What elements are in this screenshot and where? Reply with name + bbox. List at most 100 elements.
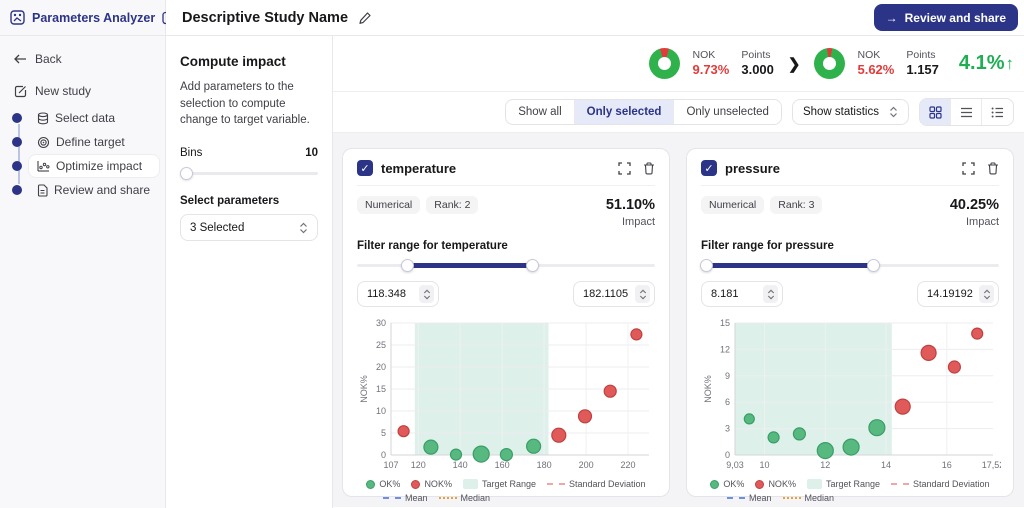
filter-range-slider[interactable] bbox=[357, 258, 655, 273]
svg-text:17,52: 17,52 bbox=[982, 460, 1001, 470]
new-study-icon bbox=[14, 85, 27, 98]
slider-active-range bbox=[707, 263, 874, 268]
nok-label: NOK bbox=[692, 49, 729, 62]
nok-value-before: 9.73% bbox=[692, 62, 729, 78]
svg-text:16: 16 bbox=[942, 460, 952, 470]
step-label: Select data bbox=[55, 111, 115, 125]
trash-icon[interactable] bbox=[643, 162, 655, 175]
svg-text:25: 25 bbox=[376, 340, 386, 350]
list-icon bbox=[960, 107, 973, 118]
view-toggle-group bbox=[919, 98, 1014, 126]
stepper-icon[interactable] bbox=[419, 285, 434, 303]
slider-handle-max[interactable] bbox=[526, 259, 539, 272]
filter-only-selected[interactable]: Only selected bbox=[575, 100, 675, 124]
page-title: Descriptive Study Name bbox=[182, 10, 348, 26]
compute-impact-panel: Compute impact Add parameters to the sel… bbox=[166, 36, 333, 508]
parameter-checkbox[interactable]: ✓ bbox=[357, 160, 373, 176]
select-parameters-dropdown[interactable]: 3 Selected bbox=[180, 214, 318, 241]
svg-text:10: 10 bbox=[376, 406, 386, 416]
impact-label: Impact bbox=[606, 215, 655, 229]
edit-pencil-icon[interactable] bbox=[358, 11, 372, 25]
filter-show-all[interactable]: Show all bbox=[506, 100, 574, 124]
step-dot bbox=[12, 137, 22, 147]
detailed-list-view-button[interactable] bbox=[982, 99, 1013, 125]
new-study-item[interactable]: New study bbox=[0, 66, 165, 98]
bins-slider[interactable] bbox=[180, 167, 318, 181]
range-min-input[interactable]: 118.348 bbox=[357, 281, 439, 307]
mean-swatch bbox=[383, 497, 401, 499]
points-label: Points bbox=[906, 49, 939, 62]
svg-text:0: 0 bbox=[725, 450, 730, 460]
svg-text:0: 0 bbox=[381, 450, 386, 460]
stepper-icon[interactable] bbox=[979, 285, 994, 303]
slider-track bbox=[180, 172, 318, 175]
type-badge: Numerical bbox=[701, 196, 764, 214]
impact-label: Impact bbox=[950, 215, 999, 229]
chevron-updown-icon bbox=[299, 222, 308, 234]
range-max-input[interactable]: 14.19192 bbox=[917, 281, 999, 307]
parameter-checkbox[interactable]: ✓ bbox=[701, 160, 717, 176]
stepper-icon[interactable] bbox=[635, 285, 650, 303]
nok-value-after: 5.62% bbox=[857, 62, 894, 78]
improvement-badge: 4.1% ↑ bbox=[959, 52, 1014, 75]
svg-text:5: 5 bbox=[381, 428, 386, 438]
database-icon bbox=[37, 112, 49, 125]
workflow-steps: Select data Define target bbox=[0, 106, 165, 202]
chevron-right-icon: ❯ bbox=[786, 55, 803, 73]
review-and-share-button[interactable]: → Review and share bbox=[874, 4, 1018, 31]
ok-swatch bbox=[366, 480, 375, 489]
svg-text:3: 3 bbox=[725, 424, 730, 434]
svg-text:30: 30 bbox=[376, 318, 386, 328]
bins-label: Bins bbox=[180, 147, 202, 159]
svg-text:15: 15 bbox=[376, 384, 386, 394]
svg-text:NOK%: NOK% bbox=[703, 375, 713, 403]
stats-summary: NOK 9.73% Points 3.000 ❯ NOK 5.62% Point… bbox=[333, 36, 1024, 92]
step-dot bbox=[12, 161, 22, 171]
document-icon bbox=[37, 184, 48, 197]
slider-handle-min[interactable] bbox=[700, 259, 713, 272]
stepper-icon[interactable] bbox=[763, 285, 778, 303]
parameter-card-pressure: ✓ pressure Numerical Rank: 3 bbox=[686, 148, 1014, 497]
target-range-swatch bbox=[463, 479, 478, 489]
filter-only-unselected[interactable]: Only unselected bbox=[674, 100, 780, 124]
chevron-updown-icon bbox=[889, 106, 898, 118]
slider-active-range bbox=[408, 263, 533, 268]
filter-range-slider[interactable] bbox=[701, 258, 999, 273]
step-label: Review and share bbox=[54, 183, 150, 197]
chart-icon bbox=[37, 160, 50, 172]
nok-swatch bbox=[755, 480, 764, 489]
sidebar-item-optimize-impact[interactable]: Optimize impact bbox=[12, 154, 159, 178]
back-button[interactable]: Back bbox=[0, 36, 165, 66]
range-max-input[interactable]: 182.1105 bbox=[573, 281, 655, 307]
svg-text:NOK%: NOK% bbox=[359, 375, 369, 403]
donut-chart-before bbox=[649, 48, 680, 79]
svg-text:9,03: 9,03 bbox=[726, 460, 744, 470]
svg-text:9: 9 bbox=[725, 371, 730, 381]
show-statistics-dropdown[interactable]: Show statistics bbox=[792, 99, 909, 125]
svg-text:12: 12 bbox=[720, 345, 730, 355]
trash-icon[interactable] bbox=[987, 162, 999, 175]
nok-swatch bbox=[411, 480, 420, 489]
arrow-up-icon: ↑ bbox=[1006, 54, 1015, 74]
sidebar-item-define-target[interactable]: Define target bbox=[12, 130, 159, 154]
arrow-right-icon: → bbox=[886, 11, 898, 25]
expand-icon[interactable] bbox=[618, 162, 631, 175]
slider-handle-max[interactable] bbox=[867, 259, 880, 272]
range-min-input[interactable]: 8.181 bbox=[701, 281, 783, 307]
std-swatch bbox=[547, 483, 565, 485]
app-title: Parameters Analyzer bbox=[32, 11, 155, 25]
expand-icon[interactable] bbox=[962, 162, 975, 175]
step-label: Optimize impact bbox=[56, 159, 142, 173]
sidebar-item-select-data[interactable]: Select data bbox=[12, 106, 159, 130]
rank-badge: Rank: 2 bbox=[426, 196, 478, 214]
slider-handle[interactable] bbox=[180, 167, 193, 180]
slider-handle-min[interactable] bbox=[401, 259, 414, 272]
parameter-name: pressure bbox=[725, 161, 954, 176]
sidebar-item-review-share[interactable]: Review and share bbox=[12, 178, 159, 202]
grid-view-button[interactable] bbox=[920, 99, 951, 125]
scatter-chart-temperature: 051015202530107120140160180200220NOK% bbox=[357, 315, 655, 475]
step-dot bbox=[12, 113, 22, 123]
svg-text:107: 107 bbox=[383, 460, 398, 470]
list-view-button[interactable] bbox=[951, 99, 982, 125]
svg-text:120: 120 bbox=[411, 460, 426, 470]
